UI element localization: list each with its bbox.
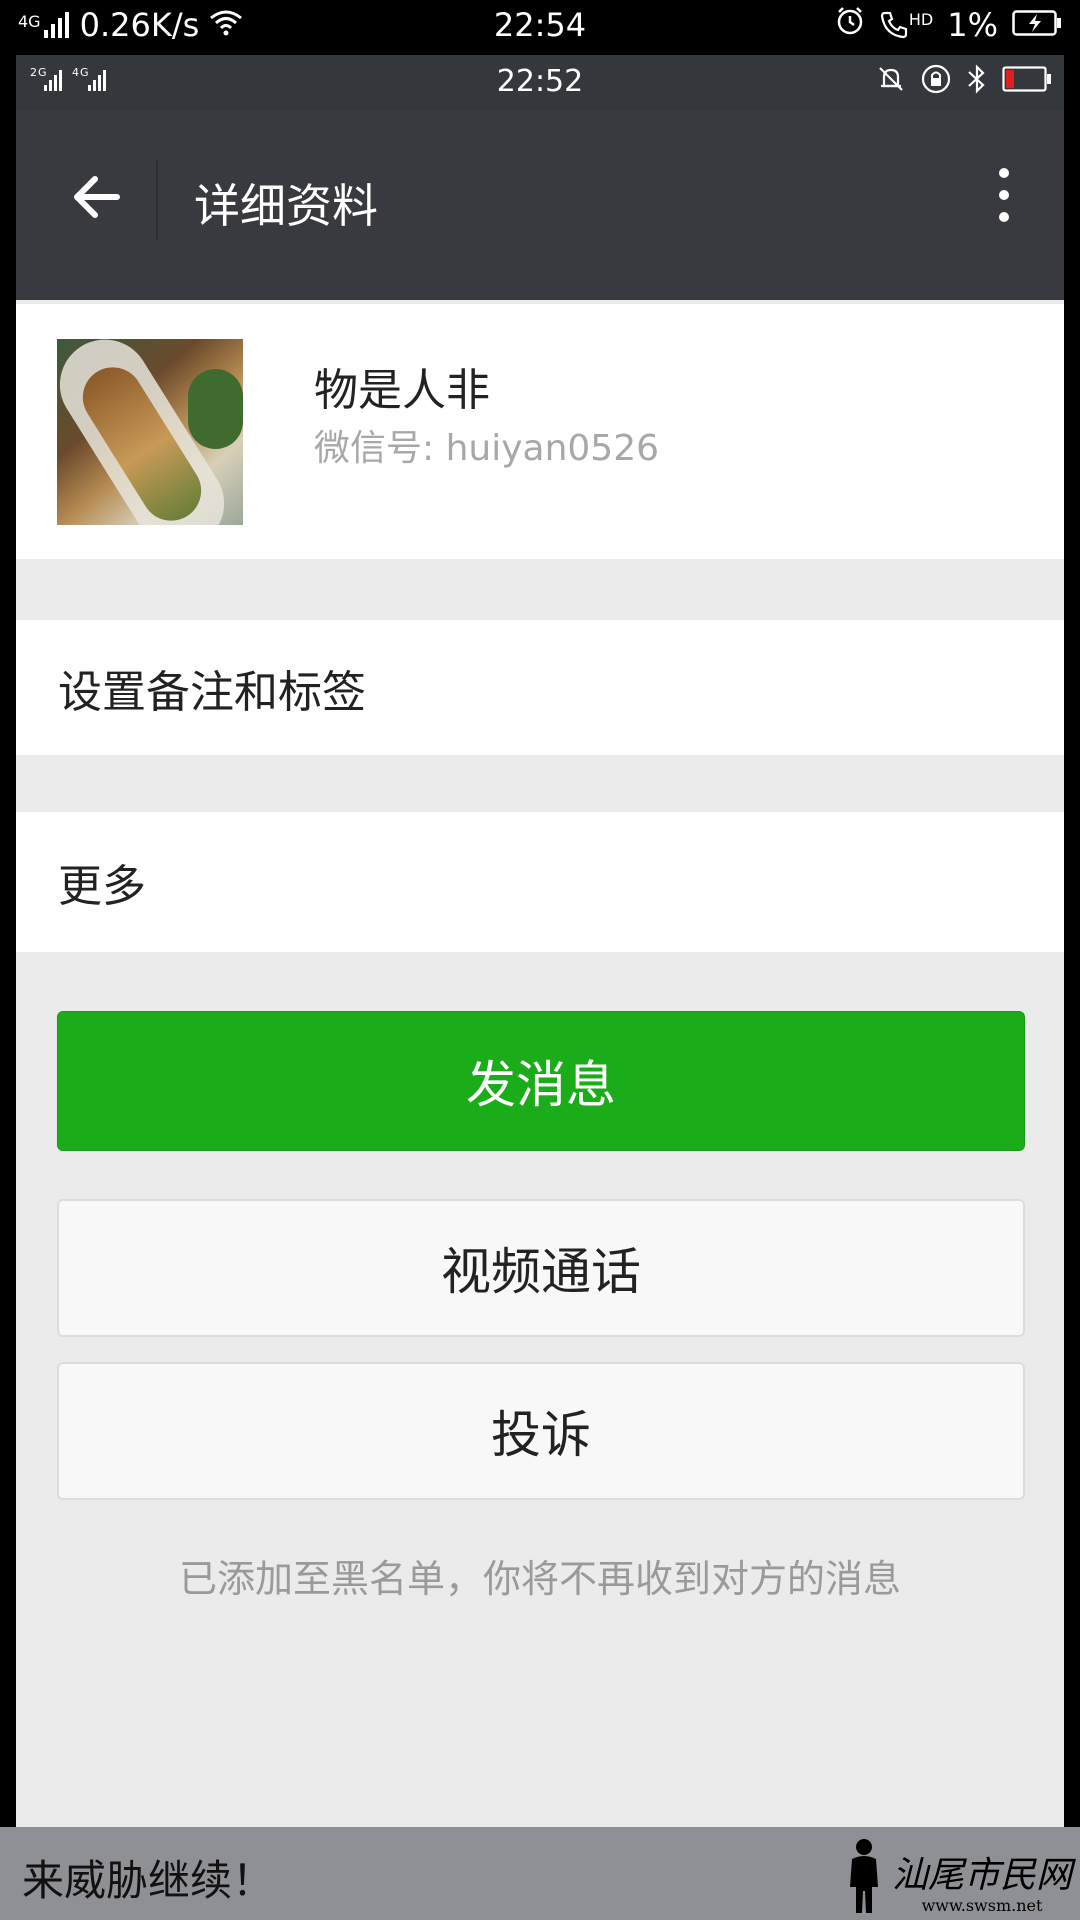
nickname: 物是人非 (314, 365, 490, 416)
bluetooth-icon (966, 64, 988, 98)
battery-low-icon (1002, 66, 1052, 96)
outer-status-bar: 4G 0.26K/s 22:54 HD 1% (0, 0, 1080, 55)
set-remark-tags-row[interactable]: 设置备注和标签 (16, 620, 1064, 755)
profile-card[interactable]: 物是人非 微信号: huiyan0526 (16, 304, 1064, 559)
hd-label: HD (908, 10, 934, 29)
avatar[interactable] (57, 339, 243, 525)
caption-bar: 来威胁继续！ 汕尾市民网 www.swsm.net (0, 1827, 1080, 1920)
caption-text: 来威胁继续！ (22, 1856, 275, 1905)
inner-screenshot: 2G 4G 22:52 详细资料 物是人非 微信号: huiyan0526 设置… (16, 55, 1064, 1920)
watermark: 汕尾市民网 www.swsm.net (840, 1835, 1072, 1915)
title-bar: 详细资料 (16, 110, 1064, 300)
more-dot (999, 212, 1009, 222)
rotation-lock-icon (920, 63, 952, 99)
wechat-id: 微信号: huiyan0526 (314, 428, 660, 469)
watermark-name: 汕尾市民网 (891, 1855, 1072, 1896)
person-silhouette-icon (849, 1839, 878, 1913)
page-title: 详细资料 (194, 179, 378, 233)
report-button[interactable]: 投诉 (57, 1362, 1025, 1500)
back-button[interactable] (52, 162, 142, 232)
inner-status-bar: 2G 4G 22:52 (16, 55, 1064, 110)
watermark-url: www.swsm.net (921, 1896, 1043, 1915)
watermark-text: 汕尾市民网 www.swsm.net (891, 1855, 1072, 1916)
send-message-button[interactable]: 发消息 (57, 1011, 1025, 1151)
outer-status-right: HD 1% (835, 6, 1062, 44)
mute-bell-icon (876, 64, 906, 98)
more-dot (999, 190, 1009, 200)
more-options-button[interactable] (974, 155, 1034, 235)
arrow-left-icon (74, 176, 120, 218)
more-row[interactable]: 更多 (16, 812, 1064, 952)
alarm-icon (835, 6, 865, 44)
battery-percent: 1% (947, 6, 998, 44)
inner-status-right (876, 63, 1052, 99)
hd-call-icon: HD (879, 10, 933, 40)
avatar-greens (188, 369, 243, 449)
blacklist-notice: 已添加至黑名单，你将不再收到对方的消息 (178, 1557, 901, 1601)
battery-charging-icon (1012, 6, 1062, 44)
more-dots-icon (999, 168, 1009, 178)
video-call-button[interactable]: 视频通话 (57, 1199, 1025, 1337)
title-divider (156, 160, 158, 240)
